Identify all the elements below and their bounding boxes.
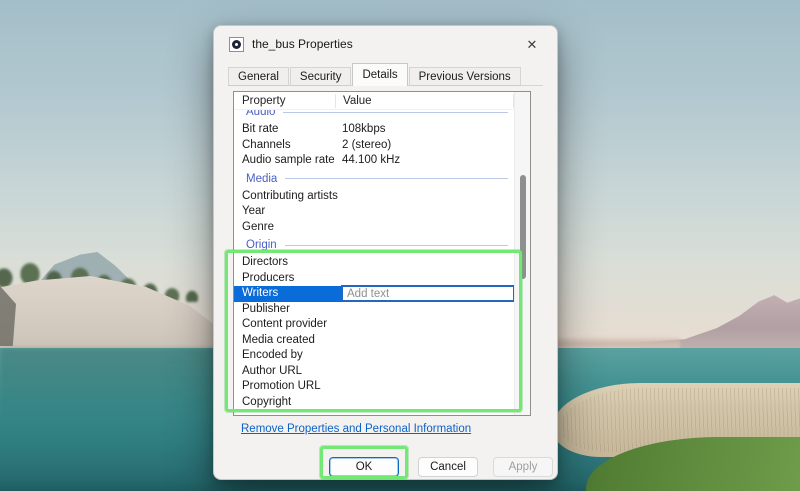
tab-previous-versions[interactable]: Previous Versions — [409, 67, 521, 86]
section-header-media: Media — [234, 169, 514, 189]
section-label: Origin — [246, 239, 277, 251]
table-row-bit-rate[interactable]: Bit rate108kbps — [234, 122, 514, 138]
table-row-copyright[interactable]: Copyright — [234, 395, 514, 411]
value-cell — [335, 379, 514, 395]
tab-general[interactable]: General — [228, 67, 289, 86]
scrollbar-track[interactable] — [514, 92, 530, 415]
properties-dialog: the_bus Properties ✕ GeneralSecurityDeta… — [213, 25, 558, 480]
section-label: Audio — [246, 110, 275, 118]
value-cell: 108kbps — [335, 122, 514, 138]
property-cell: Promotion URL — [234, 379, 335, 395]
property-cell: Publisher — [234, 302, 335, 318]
property-cell: Encoded by — [234, 348, 335, 364]
value-cell — [335, 271, 514, 287]
remove-properties-link[interactable]: Remove Properties and Personal Informati… — [241, 423, 471, 435]
property-cell: Bit rate — [234, 122, 335, 138]
section-header-audio: Audio — [234, 110, 514, 122]
table-row-contributing-artists[interactable]: Contributing artists — [234, 189, 514, 205]
table-row-publisher[interactable]: Publisher — [234, 302, 514, 318]
table-row-audio-sample-rate[interactable]: Audio sample rate44.100 kHz — [234, 153, 514, 169]
property-cell: Directors — [234, 255, 335, 271]
section-divider-line — [285, 245, 508, 246]
property-cell: Media created — [234, 333, 335, 349]
property-cell: Copyright — [234, 395, 335, 411]
table-row-promotion-url[interactable]: Promotion URL — [234, 379, 514, 395]
property-cell: Channels — [234, 138, 335, 154]
table-row-media-created[interactable]: Media created — [234, 333, 514, 349]
section-divider-line — [285, 178, 508, 179]
list-header: Property Value — [234, 92, 530, 110]
close-icon[interactable]: ✕ — [520, 34, 544, 56]
media-file-icon — [229, 37, 244, 52]
value-cell — [335, 395, 514, 411]
value-cell — [335, 317, 514, 333]
value-cell — [335, 255, 514, 271]
value-cell — [335, 302, 514, 318]
wallpaper-reflection — [0, 348, 218, 438]
value-cell — [335, 204, 514, 220]
value-cell — [335, 348, 514, 364]
section-header-origin: Origin — [234, 235, 514, 255]
value-cell — [335, 189, 514, 205]
value-cell — [335, 364, 514, 380]
cancel-button[interactable]: Cancel — [418, 457, 478, 477]
property-cell: Author URL — [234, 364, 335, 380]
table-row-producers[interactable]: Producers — [234, 271, 514, 287]
column-header-property[interactable]: Property — [234, 94, 336, 108]
section-divider-line — [283, 112, 508, 113]
tab-details[interactable]: Details — [352, 63, 407, 86]
property-cell: Producers — [234, 271, 335, 287]
table-row-directors[interactable]: Directors — [234, 255, 514, 271]
property-cell: Writers — [234, 286, 335, 302]
desktop-wallpaper: the_bus Properties ✕ GeneralSecurityDeta… — [0, 0, 800, 491]
ok-button[interactable]: OK — [329, 457, 399, 477]
apply-button[interactable]: Apply — [493, 457, 553, 477]
value-cell — [335, 220, 514, 236]
details-list: Property Value Audio Bit rate108kbpsChann… — [233, 91, 531, 416]
table-row-year[interactable]: Year — [234, 204, 514, 220]
value-cell: 44.100 kHz — [335, 153, 514, 169]
table-row-genre[interactable]: Genre — [234, 220, 514, 236]
column-header-value[interactable]: Value — [336, 94, 514, 108]
table-row-writers[interactable]: Writers — [234, 286, 514, 302]
property-cell: Genre — [234, 220, 335, 236]
writers-edit-input[interactable] — [341, 285, 514, 302]
property-cell: Content provider — [234, 317, 335, 333]
window-title: the_bus Properties — [252, 37, 353, 51]
table-row-content-provider[interactable]: Content provider — [234, 317, 514, 333]
section-label: Media — [246, 173, 277, 185]
tab-security[interactable]: Security — [290, 67, 352, 86]
table-row-channels[interactable]: Channels2 (stereo) — [234, 138, 514, 154]
table-row-encoded-by[interactable]: Encoded by — [234, 348, 514, 364]
scrollbar-thumb[interactable] — [520, 175, 526, 279]
table-row-author-url[interactable]: Author URL — [234, 364, 514, 380]
value-cell: 2 (stereo) — [335, 138, 514, 154]
title-bar[interactable]: the_bus Properties ✕ — [214, 26, 557, 62]
property-cell: Contributing artists — [234, 189, 335, 205]
property-cell: Audio sample rate — [234, 153, 335, 169]
value-cell — [335, 333, 514, 349]
list-body: AudioBit rate108kbpsChannels2 (stereo)Au… — [234, 110, 514, 415]
tab-bar: GeneralSecurityDetailsPrevious Versions — [228, 63, 522, 86]
property-cell: Year — [234, 204, 335, 220]
